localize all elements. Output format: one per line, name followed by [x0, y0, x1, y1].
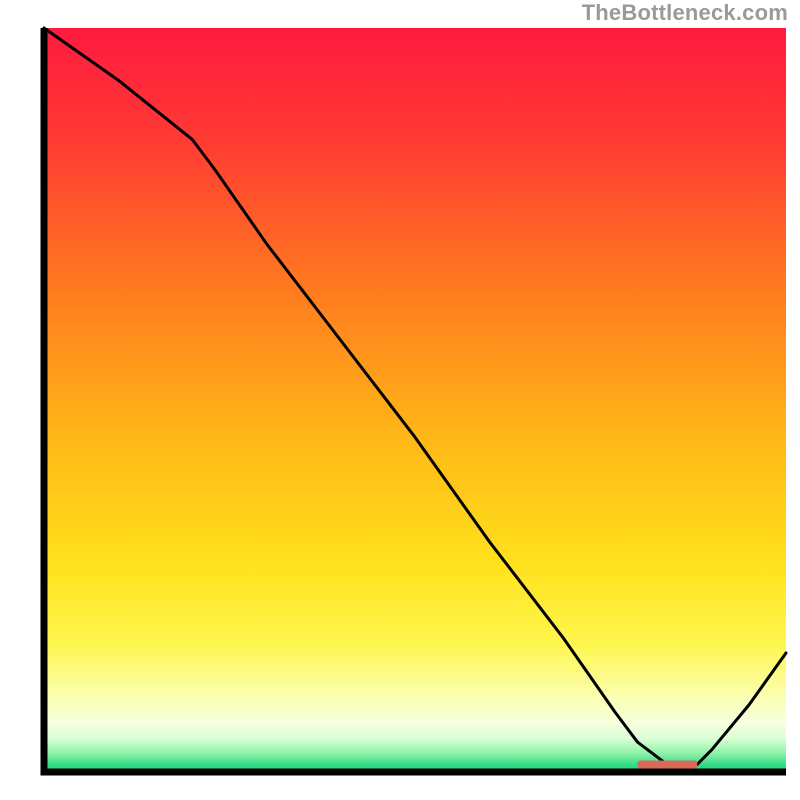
data-marker [637, 761, 697, 769]
chart-container: TheBottleneck.com [0, 0, 800, 800]
watermark-text: TheBottleneck.com [582, 0, 788, 26]
chart-svg [0, 0, 800, 800]
plot-background [44, 28, 786, 772]
